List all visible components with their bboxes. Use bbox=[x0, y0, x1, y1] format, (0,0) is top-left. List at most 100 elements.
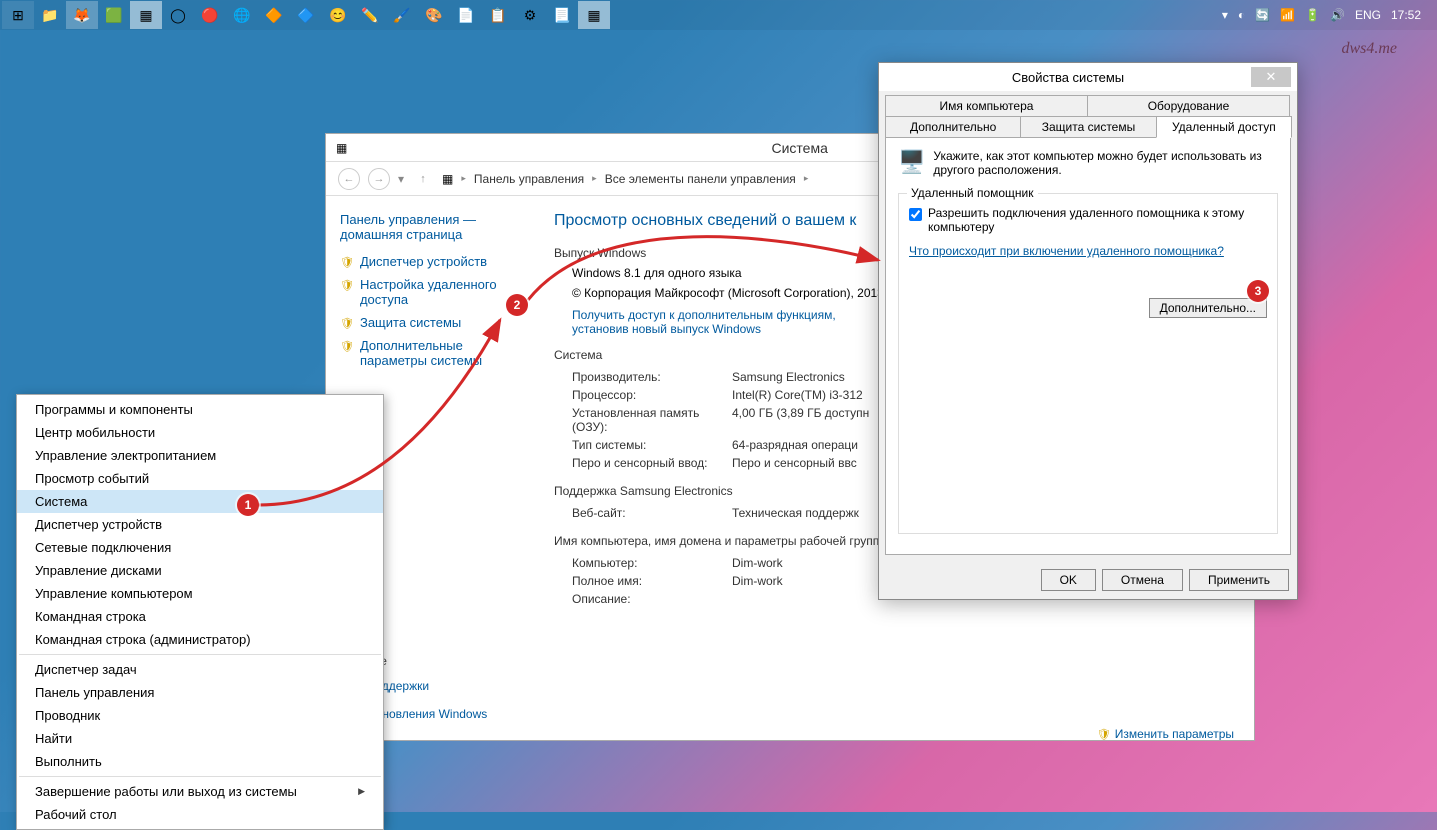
context-menu-item[interactable]: Панель управления bbox=[17, 681, 383, 704]
taskbar-app4-icon[interactable]: 🔷 bbox=[290, 1, 322, 29]
taskbar-app3-icon[interactable]: 🔶 bbox=[258, 1, 290, 29]
tray-sync-icon[interactable]: 🔄 bbox=[1255, 8, 1270, 22]
tab-remote[interactable]: Удаленный доступ bbox=[1156, 116, 1292, 138]
remote-tab-page: 🖥️ Укажите, как этот компьютер можно буд… bbox=[885, 137, 1291, 555]
sidebar-device-manager[interactable]: 🛡Диспетчер устройств bbox=[340, 254, 522, 269]
annotation-badge-1: 1 bbox=[237, 494, 259, 516]
taskbar-app9-icon[interactable]: 📋 bbox=[482, 1, 514, 29]
change-settings-link[interactable]: 🛡 Изменить параметры bbox=[1097, 726, 1234, 740]
close-button[interactable]: ✕ bbox=[1251, 67, 1291, 87]
allow-remote-assistance-checkbox[interactable]: Разрешить подключения удаленного помощни… bbox=[909, 206, 1267, 234]
breadcrumb-sep-icon: ▸ bbox=[804, 173, 809, 184]
tray-volume-icon[interactable]: 🔊 bbox=[1330, 8, 1345, 22]
context-menu-item[interactable]: Проводник bbox=[17, 704, 383, 727]
taskbar-app7-icon[interactable]: 🖌️ bbox=[386, 1, 418, 29]
tab-computer-name[interactable]: Имя компьютера bbox=[885, 95, 1088, 117]
submenu-arrow-icon: ▶ bbox=[358, 786, 365, 797]
taskbar-explorer-icon[interactable]: 📁 bbox=[34, 1, 66, 29]
cancel-button[interactable]: Отмена bbox=[1102, 569, 1183, 591]
context-menu-item[interactable]: Выполнить bbox=[17, 750, 383, 773]
advanced-button[interactable]: Дополнительно... bbox=[1149, 298, 1267, 318]
system-window-icon: ▦ bbox=[336, 141, 347, 155]
annotation-badge-3: 3 bbox=[1247, 280, 1269, 302]
properties-title: Свойства системы bbox=[885, 70, 1251, 85]
context-menu-item[interactable]: Управление компьютером bbox=[17, 582, 383, 605]
context-menu-item[interactable]: Командная строка (администратор) bbox=[17, 628, 383, 651]
shield-icon: 🛡 bbox=[340, 317, 354, 330]
context-menu-item[interactable]: Сетевые подключения bbox=[17, 536, 383, 559]
nav-back-button[interactable]: ← bbox=[338, 168, 360, 190]
taskbar-app5-icon[interactable]: 😊 bbox=[322, 1, 354, 29]
nav-up-button[interactable]: ↑ bbox=[412, 168, 434, 190]
taskbar-app-icon[interactable]: ▦ bbox=[130, 1, 162, 29]
system-properties-dialog: Свойства системы ✕ Имя компьютера Оборуд… bbox=[878, 62, 1298, 600]
remote-help-link[interactable]: Что происходит при включении удаленного … bbox=[909, 244, 1224, 258]
context-menu-item[interactable]: Диспетчер задач bbox=[17, 658, 383, 681]
taskbar: ⊞ 📁 🦊 🟩 ▦ ◯ 🔴 🌐 🔶 🔷 😊 ✏️ 🖌️ 🎨 📄 📋 ⚙ 📃 ▦ … bbox=[0, 0, 1437, 30]
context-menu-item[interactable]: Просмотр событий bbox=[17, 467, 383, 490]
context-menu-item[interactable]: Система bbox=[17, 490, 383, 513]
shield-icon: 🛡 bbox=[340, 279, 354, 292]
taskbar-firefox-icon[interactable]: 🦊 bbox=[66, 1, 98, 29]
group-title: Удаленный помощник bbox=[907, 186, 1038, 200]
nav-chevron-icon[interactable]: ▾ bbox=[398, 172, 404, 186]
tray-chevron-icon[interactable]: ▾ bbox=[1222, 8, 1228, 22]
breadcrumb-item[interactable]: Все элементы панели управления bbox=[605, 172, 796, 186]
context-menu-item[interactable]: Программы и компоненты bbox=[17, 398, 383, 421]
remote-assistance-group: Удаленный помощник Разрешить подключения… bbox=[898, 193, 1278, 534]
computer-icon: 🖥️ bbox=[898, 149, 925, 177]
system-tray: ▾ ◐ 🔄 📶 🔋 🔊 ENG 17:52 bbox=[1222, 8, 1435, 22]
windows-upgrade-link[interactable]: Получить доступ к дополнительным функция… bbox=[554, 308, 854, 336]
context-menu-item[interactable]: Командная строка bbox=[17, 605, 383, 628]
context-menu-item[interactable]: Найти bbox=[17, 727, 383, 750]
properties-titlebar[interactable]: Свойства системы ✕ bbox=[879, 63, 1297, 91]
breadcrumb-sep-icon: ▸ bbox=[592, 173, 597, 184]
tab-hardware[interactable]: Оборудование bbox=[1087, 95, 1290, 117]
support-link[interactable]: Техническая поддержк bbox=[732, 506, 859, 520]
shield-icon: 🛡 bbox=[1097, 728, 1111, 740]
checkbox-input[interactable] bbox=[909, 208, 922, 221]
remote-description: Укажите, как этот компьютер можно будет … bbox=[933, 149, 1278, 177]
taskbar-chrome-icon[interactable]: 🌐 bbox=[226, 1, 258, 29]
tray-battery-icon[interactable]: 🔋 bbox=[1305, 8, 1320, 22]
context-menu-item[interactable]: Центр мобильности bbox=[17, 421, 383, 444]
context-menu-item[interactable]: Завершение работы или выход из системы▶ bbox=[17, 780, 383, 803]
breadcrumb-item[interactable]: Панель управления bbox=[474, 172, 584, 186]
tab-system-protection[interactable]: Защита системы bbox=[1020, 116, 1156, 138]
taskbar-notepad-icon[interactable]: 📄 bbox=[450, 1, 482, 29]
sidebar-system-protection[interactable]: 🛡Защита системы bbox=[340, 315, 522, 330]
apply-button[interactable]: Применить bbox=[1189, 569, 1289, 591]
breadcrumb-root-icon[interactable]: ▦ bbox=[442, 172, 453, 186]
context-menu-item[interactable]: Управление электропитанием bbox=[17, 444, 383, 467]
taskbar-app8-icon[interactable]: 🎨 bbox=[418, 1, 450, 29]
sidebar-heading[interactable]: Панель управления — домашняя страница bbox=[340, 212, 522, 242]
tray-lang[interactable]: ENG bbox=[1355, 8, 1381, 22]
tray-clock[interactable]: 17:52 bbox=[1391, 8, 1421, 22]
context-menu-item[interactable]: Управление дисками bbox=[17, 559, 383, 582]
tab-advanced[interactable]: Дополнительно bbox=[885, 116, 1021, 138]
tray-app-icon[interactable]: ◐ bbox=[1238, 8, 1245, 22]
taskbar-opera-icon[interactable]: 🔴 bbox=[194, 1, 226, 29]
sidebar-advanced-settings[interactable]: 🛡Дополнительные параметры системы bbox=[340, 338, 522, 368]
taskbar-steam-icon[interactable]: ⚙ bbox=[514, 1, 546, 29]
tray-network-icon[interactable]: 📶 bbox=[1280, 8, 1295, 22]
sidebar-remote-settings[interactable]: 🛡Настройка удаленного доступа bbox=[340, 277, 522, 307]
taskbar-app10-icon[interactable]: 📃 bbox=[546, 1, 578, 29]
properties-tabs: Имя компьютера Оборудование Дополнительн… bbox=[879, 91, 1297, 137]
breadcrumb-sep-icon: ▸ bbox=[461, 173, 466, 184]
shield-icon: 🛡 bbox=[340, 340, 354, 353]
winx-context-menu: Программы и компонентыЦентр мобильностиУ… bbox=[16, 394, 384, 830]
dialog-actions: OK Отмена Применить bbox=[879, 561, 1297, 599]
taskbar-current-icon[interactable]: ▦ bbox=[578, 1, 610, 29]
shield-icon: 🛡 bbox=[340, 256, 354, 269]
context-menu-item[interactable]: Диспетчер устройств bbox=[17, 513, 383, 536]
nav-forward-button[interactable]: → bbox=[368, 168, 390, 190]
context-menu-item[interactable]: Рабочий стол bbox=[17, 803, 383, 826]
start-button[interactable]: ⊞ bbox=[2, 1, 34, 29]
ok-button[interactable]: OK bbox=[1041, 569, 1096, 591]
taskbar-app2-icon[interactable]: ◯ bbox=[162, 1, 194, 29]
wallpaper-watermark: dws4.me bbox=[1341, 40, 1397, 58]
annotation-badge-2: 2 bbox=[506, 294, 528, 316]
taskbar-excel-icon[interactable]: 🟩 bbox=[98, 1, 130, 29]
taskbar-app6-icon[interactable]: ✏️ bbox=[354, 1, 386, 29]
